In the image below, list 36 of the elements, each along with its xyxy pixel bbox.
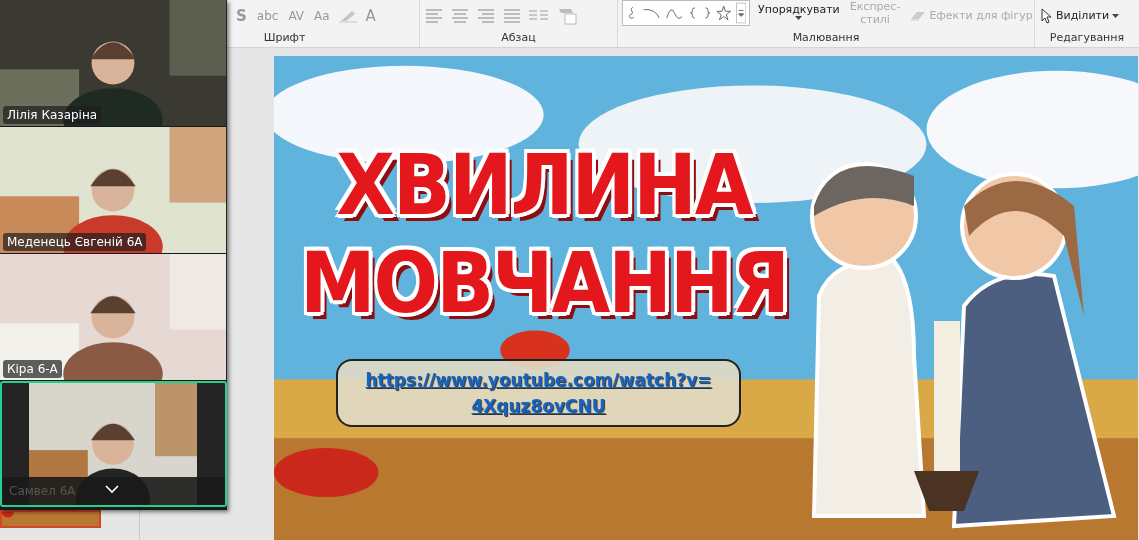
participant-name: Меденець Євгеній 6А (3, 233, 147, 251)
participant-name: Лілія Казаріна (3, 106, 102, 124)
brace-shape-icon[interactable] (702, 4, 713, 21)
video-link[interactable]: https://www.youtube.com/watch?v= 4Xquz8ovCNU (365, 367, 712, 419)
caret-icon (1112, 13, 1120, 18)
video-tile[interactable]: Кіра 6-А (0, 254, 227, 380)
group-label: Малювання (791, 31, 861, 46)
group-label: Редагування (1048, 31, 1126, 46)
more-shapes-icon[interactable] (735, 0, 746, 25)
font-tool-button[interactable]: AV (286, 8, 307, 23)
star-shape-icon[interactable] (716, 3, 732, 22)
group-label: Шрифт (262, 31, 307, 46)
align-icon[interactable] (476, 6, 496, 25)
font-tool-button[interactable]: abc (254, 8, 281, 23)
align-icon[interactable] (424, 6, 444, 25)
participant-name: Кіра 6-А (3, 360, 62, 378)
chevron-down-icon[interactable] (105, 485, 119, 494)
video-tile[interactable]: Меденець Євгеній 6А (0, 127, 227, 253)
participant-name: Самвел 6А (8, 483, 77, 500)
cursor-icon (1041, 7, 1053, 24)
font-tool-button[interactable]: A (363, 6, 378, 25)
group-label: Абзац (500, 31, 537, 46)
arrange-button[interactable]: Упорядкувати (756, 3, 842, 16)
video-tile[interactable]: Самвел 6А (0, 381, 227, 507)
eraser-icon (910, 9, 927, 22)
align-icon[interactable] (502, 6, 522, 25)
slide-title: МОВЧАННЯ (299, 232, 789, 334)
font-tool-button[interactable]: S (234, 6, 249, 25)
caret-icon (795, 16, 803, 20)
shapes-gallery[interactable] (622, 0, 750, 26)
highlighter-icon[interactable] (337, 8, 358, 23)
font-tool-button[interactable]: Aa (312, 8, 332, 23)
align-icon[interactable] (450, 6, 470, 25)
video-tile[interactable]: Лілія Казаріна (0, 0, 227, 126)
brace-shape-icon[interactable] (687, 4, 698, 21)
select-button[interactable]: Виділити (1039, 7, 1122, 24)
